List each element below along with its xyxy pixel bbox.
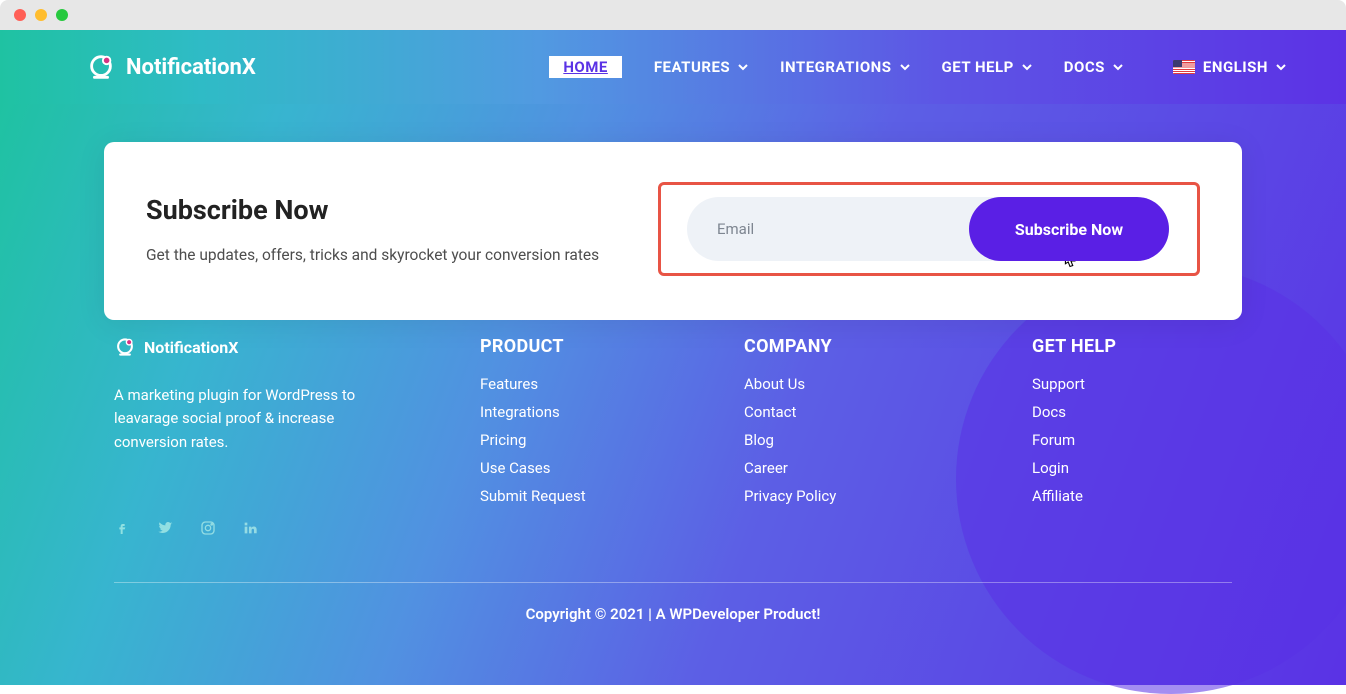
- nav-home-label: HOME: [563, 58, 608, 76]
- footer-copyright: Copyright © 2021 | A WPDeveloper Product…: [114, 605, 1232, 623]
- subscribe-subtitle: Get the updates, offers, tricks and skyr…: [146, 246, 599, 264]
- footer-divider: [114, 582, 1232, 583]
- footer-logo-text: NotificationX: [144, 338, 238, 357]
- twitter-icon[interactable]: [156, 520, 174, 536]
- nav-home[interactable]: HOME: [549, 56, 622, 78]
- instagram-icon[interactable]: [200, 520, 216, 536]
- footer-company-column: COMPANY About Us Contact Blog Career Pri…: [744, 336, 894, 536]
- nav-integrations-label: INTEGRATIONS: [780, 58, 891, 76]
- browser-titlebar: [0, 0, 1346, 30]
- nav-gethelp[interactable]: GET HELP: [942, 58, 1032, 76]
- email-input[interactable]: [687, 197, 997, 261]
- footer-content: NotificationX A marketing plugin for Wor…: [114, 336, 1232, 623]
- footer-product-title: PRODUCT: [480, 336, 630, 357]
- footer-gethelp-column: GET HELP Support Docs Forum Login Affili…: [1032, 336, 1182, 536]
- footer-link-privacy[interactable]: Privacy Policy: [744, 487, 894, 505]
- footer-link-features[interactable]: Features: [480, 375, 630, 393]
- footer-link-docs[interactable]: Docs: [1032, 403, 1182, 421]
- header-logo[interactable]: NotificationX: [86, 52, 256, 82]
- us-flag-icon: [1173, 60, 1195, 74]
- footer-link-login[interactable]: Login: [1032, 459, 1182, 477]
- footer-link-about[interactable]: About Us: [744, 375, 894, 393]
- window-minimize-dot[interactable]: [35, 9, 47, 21]
- chevron-down-icon: [1113, 62, 1123, 72]
- footer-logo[interactable]: NotificationX: [114, 336, 384, 358]
- footer-link-forum[interactable]: Forum: [1032, 431, 1182, 449]
- nav-features-label: FEATURES: [654, 58, 730, 76]
- nav-docs-label: DOCS: [1064, 58, 1105, 76]
- window-maximize-dot[interactable]: [56, 9, 68, 21]
- linkedin-icon[interactable]: [242, 520, 258, 536]
- footer-product-column: PRODUCT Features Integrations Pricing Us…: [480, 336, 630, 536]
- subscribe-form-highlight: Subscribe Now: [658, 182, 1200, 276]
- subscribe-card: Subscribe Now Get the updates, offers, t…: [104, 142, 1242, 320]
- nav-gethelp-label: GET HELP: [942, 58, 1014, 76]
- nav-language[interactable]: ENGLISH: [1173, 58, 1286, 76]
- logo-text: NotificationX: [126, 55, 256, 80]
- window-close-dot[interactable]: [14, 9, 26, 21]
- footer-link-contact[interactable]: Contact: [744, 403, 894, 421]
- footer-section: Subscribe Now Get the updates, offers, t…: [0, 104, 1346, 685]
- footer-link-usecases[interactable]: Use Cases: [480, 459, 630, 477]
- footer-link-blog[interactable]: Blog: [744, 431, 894, 449]
- footer-gethelp-title: GET HELP: [1032, 336, 1182, 357]
- footer-link-integrations[interactable]: Integrations: [480, 403, 630, 421]
- footer-company-title: COMPANY: [744, 336, 894, 357]
- footer-link-affiliate[interactable]: Affiliate: [1032, 487, 1182, 505]
- main-header: NotificationX HOME FEATURES INTEGRATIONS…: [0, 30, 1346, 104]
- footer-link-pricing[interactable]: Pricing: [480, 431, 630, 449]
- footer-description: A marketing plugin for WordPress to leav…: [114, 384, 384, 454]
- chevron-down-icon: [900, 62, 910, 72]
- footer-link-submit-request[interactable]: Submit Request: [480, 487, 630, 505]
- facebook-icon[interactable]: [114, 520, 130, 536]
- footer-brand-column: NotificationX A marketing plugin for Wor…: [114, 336, 384, 536]
- chevron-down-icon: [738, 62, 748, 72]
- nav-features[interactable]: FEATURES: [654, 58, 748, 76]
- logo-icon: [114, 336, 136, 358]
- logo-icon: [86, 52, 116, 82]
- subscribe-title: Subscribe Now: [146, 194, 599, 226]
- footer-link-career[interactable]: Career: [744, 459, 894, 477]
- social-links: [114, 520, 384, 536]
- nav-language-label: ENGLISH: [1203, 58, 1268, 76]
- main-nav: HOME FEATURES INTEGRATIONS GET HELP DOCS…: [549, 56, 1286, 78]
- nav-docs[interactable]: DOCS: [1064, 58, 1123, 76]
- chevron-down-icon: [1022, 62, 1032, 72]
- subscribe-button[interactable]: Subscribe Now: [969, 197, 1169, 261]
- chevron-down-icon: [1276, 62, 1286, 72]
- footer-link-support[interactable]: Support: [1032, 375, 1182, 393]
- nav-integrations[interactable]: INTEGRATIONS: [780, 58, 909, 76]
